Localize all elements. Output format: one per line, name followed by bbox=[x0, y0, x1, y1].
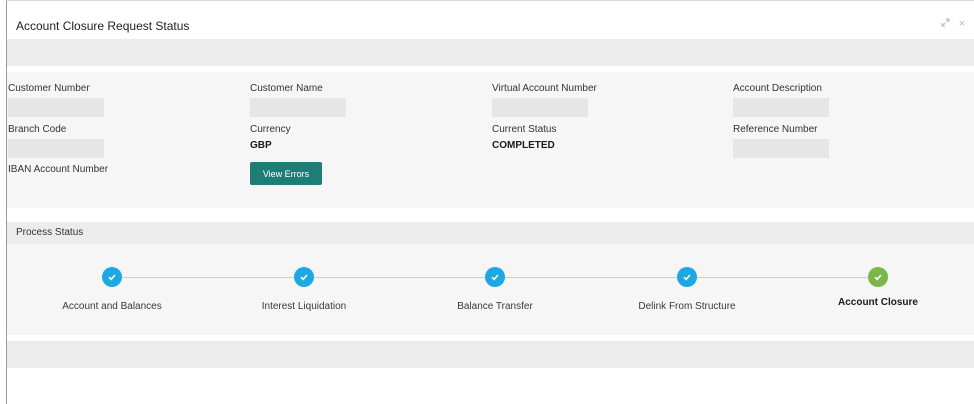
branch-code-field: Branch Code bbox=[8, 124, 104, 158]
customer-number-value bbox=[8, 98, 104, 117]
current-status-value: COMPLETED bbox=[492, 140, 555, 151]
account-description-value bbox=[733, 98, 829, 117]
step-label: Account Closure bbox=[837, 297, 918, 308]
step-label: Account and Balances bbox=[62, 301, 162, 312]
currency-value: GBP bbox=[250, 140, 272, 151]
step-interest-liquidation: Interest Liquidation bbox=[224, 267, 384, 312]
account-details-panel: Customer Number Customer Name Virtual Ac… bbox=[7, 72, 974, 208]
step-label: Interest Liquidation bbox=[261, 301, 347, 312]
step-balance-transfer: Balance Transfer bbox=[415, 267, 575, 312]
check-icon bbox=[102, 267, 122, 287]
currency-field: Currency GBP bbox=[250, 124, 291, 151]
current-status-label: Current Status bbox=[492, 124, 557, 135]
currency-label: Currency bbox=[250, 124, 291, 135]
reference-number-value bbox=[733, 139, 829, 158]
account-description-label: Account Description bbox=[733, 83, 822, 94]
view-errors-button[interactable]: View Errors bbox=[250, 162, 322, 185]
expand-arrows-icon[interactable] bbox=[941, 18, 950, 30]
account-description-field: Account Description bbox=[733, 83, 829, 117]
reference-number-label: Reference Number bbox=[733, 124, 818, 135]
virtual-account-number-field: Virtual Account Number bbox=[492, 83, 597, 117]
check-icon bbox=[294, 267, 314, 287]
virtual-account-number-label: Virtual Account Number bbox=[492, 83, 597, 94]
bottom-footer-band bbox=[7, 341, 974, 368]
check-icon bbox=[485, 267, 505, 287]
step-label: Delink From Structure bbox=[638, 301, 736, 312]
customer-number-label: Customer Number bbox=[8, 83, 90, 94]
customer-name-value bbox=[250, 98, 346, 117]
current-status-field: Current Status COMPLETED bbox=[492, 124, 556, 151]
customer-name-field: Customer Name bbox=[250, 83, 346, 117]
check-icon bbox=[868, 267, 888, 287]
step-account-and-balances: Account and Balances bbox=[32, 267, 192, 312]
process-status-title: Process Status bbox=[16, 227, 84, 238]
iban-account-number-field: IBAN Account Number bbox=[8, 164, 108, 175]
customer-number-field: Customer Number bbox=[8, 83, 104, 117]
window-title: Account Closure Request Status bbox=[16, 19, 190, 33]
virtual-account-number-value bbox=[492, 98, 588, 117]
branch-code-value bbox=[8, 139, 104, 158]
process-status-stepper: Account and Balances Interest Liquidatio… bbox=[7, 244, 974, 335]
process-status-header: Process Status bbox=[7, 222, 974, 244]
account-closure-status-window: Account Closure Request Status × Custome… bbox=[6, 0, 974, 404]
close-icon[interactable]: × bbox=[959, 18, 971, 30]
step-account-closure: Account Closure bbox=[798, 267, 958, 308]
check-icon bbox=[677, 267, 697, 287]
branch-code-label: Branch Code bbox=[8, 124, 67, 135]
step-label: Balance Transfer bbox=[457, 301, 533, 312]
window-controls: × bbox=[941, 18, 972, 30]
customer-name-label: Customer Name bbox=[250, 83, 323, 94]
title-bar: Account Closure Request Status × bbox=[7, 1, 974, 37]
top-toolbar-band bbox=[7, 39, 974, 66]
iban-account-number-label: IBAN Account Number bbox=[8, 164, 109, 175]
reference-number-field: Reference Number bbox=[733, 124, 829, 158]
step-delink-from-structure: Delink From Structure bbox=[607, 267, 767, 312]
